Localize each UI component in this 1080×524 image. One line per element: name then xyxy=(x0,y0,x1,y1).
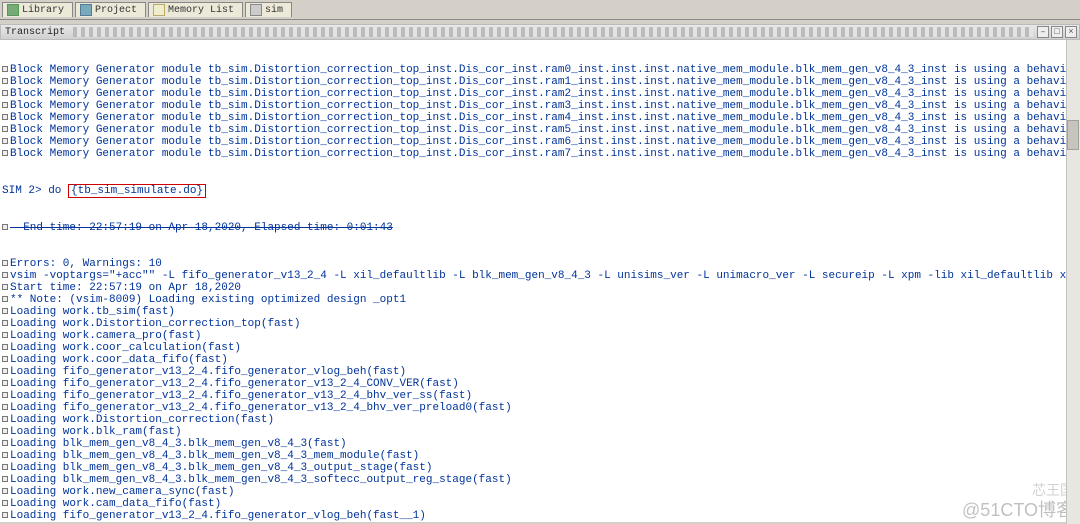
transcript-line: Loading fifo_generator_v13_2_4.fifo_gene… xyxy=(0,366,1080,378)
panel-max-icon[interactable]: □ xyxy=(1051,26,1063,38)
line-marker-icon xyxy=(2,464,8,470)
transcript-line: Loading work.Distortion_correction_top(f… xyxy=(0,318,1080,330)
transcript-line: Loading fifo_generator_v13_2_4.fifo_gene… xyxy=(0,402,1080,414)
command-prefix: SIM 2> do xyxy=(2,185,68,197)
line-marker-icon xyxy=(2,356,8,362)
watermark-text: @51CTO博客 xyxy=(962,504,1074,516)
transcript-line: Loading blk_mem_gen_v8_4_3.blk_mem_gen_v… xyxy=(0,438,1080,450)
panel-close-icon[interactable]: × xyxy=(1065,26,1077,38)
library-icon xyxy=(7,4,19,16)
line-marker-icon xyxy=(2,308,8,314)
line-marker-icon xyxy=(2,392,8,398)
transcript-line: Loading work.cam_data_fifo(fast) xyxy=(0,498,1080,510)
window-tabbar: Library Project Memory List sim xyxy=(0,0,1080,20)
transcript-line: Loading blk_mem_gen_v8_4_3.blk_mem_gen_v… xyxy=(0,462,1080,474)
transcript-line: Loading work.coor_calculation(fast) xyxy=(0,342,1080,354)
command-highlight: {tb_sim_simulate.do} xyxy=(68,184,206,198)
transcript-body[interactable]: Block Memory Generator module tb_sim.Dis… xyxy=(0,40,1080,522)
line-marker-icon xyxy=(2,452,8,458)
line-marker-icon xyxy=(2,272,8,278)
line-marker-icon xyxy=(2,332,8,338)
scrollbar-vertical[interactable] xyxy=(1066,40,1080,524)
line-marker-icon xyxy=(2,296,8,302)
transcript-line: Loading work.new_camera_sync(fast) xyxy=(0,486,1080,498)
transcript-line: Loading blk_mem_gen_v8_4_3.blk_mem_gen_v… xyxy=(0,474,1080,486)
line-marker-icon xyxy=(2,476,8,482)
line-marker-icon xyxy=(2,344,8,350)
transcript-line: vsim -voptargs="+acc"" -L fifo_generator… xyxy=(0,270,1080,282)
transcript-line: Loading fifo_generator_v13_2_4.fifo_gene… xyxy=(0,390,1080,402)
transcript-line: Start time: 22:57:19 on Apr 18,2020 xyxy=(0,282,1080,294)
line-marker-icon xyxy=(2,78,8,84)
tab-label: Memory List xyxy=(168,5,234,16)
tab-label: sim xyxy=(265,5,283,16)
line-marker-icon xyxy=(2,500,8,506)
line-marker-icon xyxy=(2,404,8,410)
line-marker-icon xyxy=(2,284,8,290)
transcript-line: Block Memory Generator module tb_sim.Dis… xyxy=(0,148,1080,160)
transcript-line: Block Memory Generator module tb_sim.Dis… xyxy=(0,100,1080,112)
header-grip[interactable] xyxy=(73,27,1033,37)
transcript-line: Loading blk_mem_gen_v8_4_3.blk_mem_gen_v… xyxy=(0,450,1080,462)
panel-title: Transcript xyxy=(5,27,65,38)
line-marker-icon xyxy=(2,126,8,132)
transcript-line: Block Memory Generator module tb_sim.Dis… xyxy=(0,112,1080,124)
tab-library[interactable]: Library xyxy=(2,2,73,17)
struck-line: End time: 22:57:19 on Apr 18,2020, Elaps… xyxy=(0,222,1080,234)
tab-label: Library xyxy=(22,5,64,16)
transcript-line: Loading fifo_generator_v13_2_4.fifo_gene… xyxy=(0,378,1080,390)
line-marker-icon xyxy=(2,416,8,422)
line-marker-icon xyxy=(2,114,8,120)
transcript-line: Block Memory Generator module tb_sim.Dis… xyxy=(0,76,1080,88)
transcript-line: Loading work.Distortion_correction(fast) xyxy=(0,414,1080,426)
line-marker-icon xyxy=(2,488,8,494)
tab-memory-list[interactable]: Memory List xyxy=(148,2,243,17)
transcript-line: Errors: 0, Warnings: 10 xyxy=(0,258,1080,270)
transcript-line: Block Memory Generator module tb_sim.Dis… xyxy=(0,88,1080,100)
struck-text: End time: 22:57:19 on Apr 18,2020, Elaps… xyxy=(10,222,393,234)
transcript-line: Block Memory Generator module tb_sim.Dis… xyxy=(0,64,1080,76)
transcript-line: Loading work.camera_pro(fast) xyxy=(0,330,1080,342)
transcript-line: Block Memory Generator module tb_sim.Dis… xyxy=(0,124,1080,136)
transcript-line: Block Memory Generator module tb_sim.Dis… xyxy=(0,136,1080,148)
memory-icon xyxy=(153,4,165,16)
command-line: SIM 2> do {tb_sim_simulate.do} xyxy=(0,184,1080,198)
panel-min-icon[interactable]: – xyxy=(1037,26,1049,38)
transcript-header: Transcript – □ × xyxy=(0,24,1080,40)
transcript-line: ** Note: (vsim-8009) Loading existing op… xyxy=(0,294,1080,306)
transcript-line: Loading work.tb_sim(fast) xyxy=(0,306,1080,318)
project-icon xyxy=(80,4,92,16)
line-marker-icon xyxy=(2,90,8,96)
panel-header-buttons: – □ × xyxy=(1037,26,1079,38)
transcript-line: Loading fifo_generator_v13_2_4.fifo_gene… xyxy=(0,510,1080,522)
tab-label: Project xyxy=(95,5,137,16)
line-marker-icon xyxy=(2,66,8,72)
tab-sim[interactable]: sim xyxy=(245,2,292,17)
line-marker-icon xyxy=(2,320,8,326)
line-marker-icon xyxy=(2,428,8,434)
line-marker-icon xyxy=(2,138,8,144)
line-marker-icon xyxy=(2,368,8,374)
line-marker-icon xyxy=(2,380,8,386)
scrollbar-thumb[interactable] xyxy=(1067,120,1079,150)
transcript-line: Loading work.coor_data_fifo(fast) xyxy=(0,354,1080,366)
line-marker-icon xyxy=(2,440,8,446)
line-marker-icon xyxy=(2,150,8,156)
line-marker-icon xyxy=(2,224,8,230)
sim-icon xyxy=(250,4,262,16)
transcript-line: Loading work.blk_ram(fast) xyxy=(0,426,1080,438)
line-marker-icon xyxy=(2,102,8,108)
line-marker-icon xyxy=(2,512,8,518)
tab-project[interactable]: Project xyxy=(75,2,146,17)
line-marker-icon xyxy=(2,260,8,266)
